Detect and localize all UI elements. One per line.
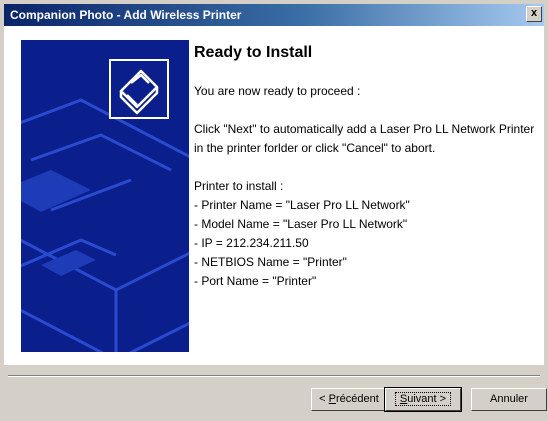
dialog-window: Companion Photo - Add Wireless Printer x bbox=[0, 0, 548, 421]
instruction-text: Click "Next" to automatically add a Lase… bbox=[194, 122, 535, 155]
printer-name-line: - Printer Name = "Laser Pro LL Network" bbox=[194, 198, 410, 212]
model-name-line: - Model Name = "Laser Pro LL Network" bbox=[194, 217, 408, 231]
back-accesskey: P bbox=[328, 393, 336, 405]
side-panel-banner bbox=[21, 40, 189, 352]
wizard-content: Ready to Install You are now ready to pr… bbox=[4, 26, 544, 365]
port-name-line: - Port Name = "Printer" bbox=[194, 274, 317, 288]
wizard-text: Ready to Install You are now ready to pr… bbox=[194, 44, 544, 291]
printer-icon bbox=[109, 59, 169, 119]
ip-line: - IP = 212.234.211.50 bbox=[194, 236, 309, 250]
netbios-name-line: - NETBIOS Name = "Printer" bbox=[194, 255, 347, 269]
intro-text: You are now ready to proceed : bbox=[194, 84, 361, 98]
page-title: Ready to Install bbox=[194, 44, 313, 61]
printer-details-header: Printer to install : bbox=[194, 179, 284, 193]
window-title: Companion Photo - Add Wireless Printer bbox=[10, 8, 242, 22]
next-label: uivant > bbox=[407, 393, 447, 405]
button-separator bbox=[8, 375, 540, 377]
title-bar[interactable]: Companion Photo - Add Wireless Printer x bbox=[4, 4, 544, 26]
back-button[interactable]: < Précédent bbox=[311, 388, 387, 411]
close-button[interactable]: x bbox=[526, 6, 542, 22]
close-icon: x bbox=[530, 7, 538, 19]
back-label: récédent bbox=[336, 393, 379, 405]
cancel-button[interactable]: Annuler bbox=[471, 388, 547, 411]
next-button[interactable]: Suivant > bbox=[384, 387, 462, 412]
next-focus-ring: Suivant > bbox=[394, 392, 452, 406]
back-prefix: < bbox=[319, 393, 329, 405]
